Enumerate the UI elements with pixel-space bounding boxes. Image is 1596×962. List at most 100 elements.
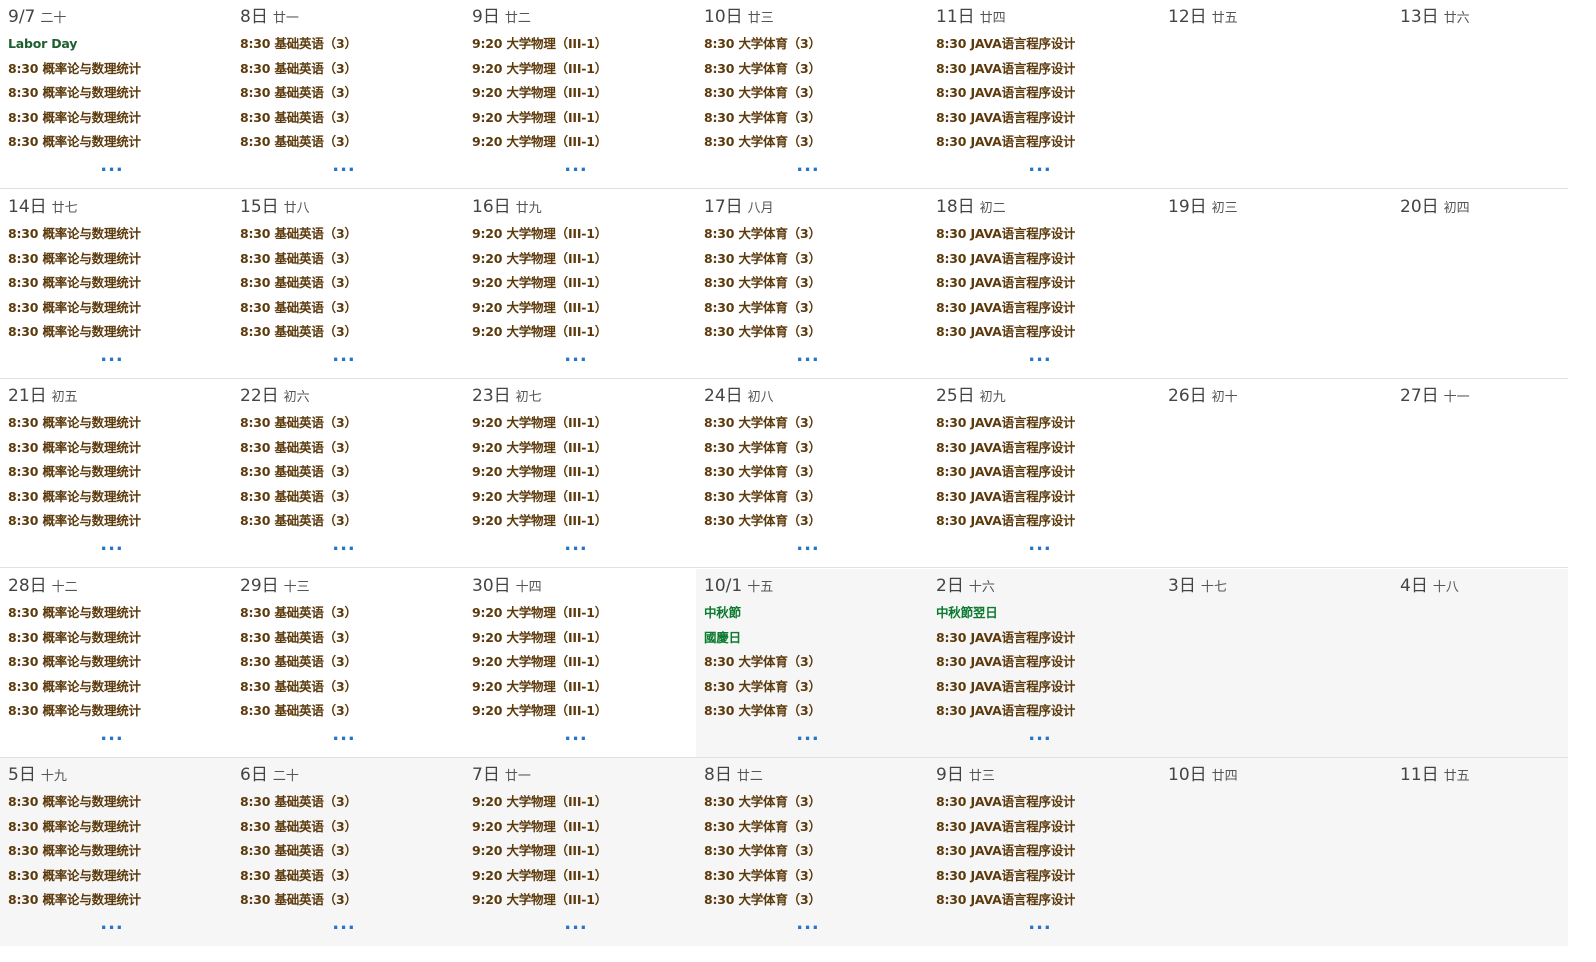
holiday-event[interactable]: Labor Day [8, 34, 77, 54]
more-events-button[interactable]: ... [696, 157, 920, 177]
course-event[interactable]: 8:30 JAVA语言程序设计 [936, 890, 1075, 910]
course-event[interactable]: 8:30 JAVA语言程序设计 [936, 224, 1075, 244]
course-event[interactable]: 8:30 基础英语（3） [240, 273, 357, 293]
calendar-day-cell[interactable]: 9/7 二十 Labor Day 8:30 概率论与数理统计 8:30 概率论与数理统计… [0, 0, 232, 188]
course-event[interactable]: 8:30 概率论与数理统计 [8, 224, 141, 244]
course-event[interactable]: 8:30 大学体育（3） [704, 817, 821, 837]
course-event[interactable]: 9:20 大学物理（III-1） [472, 462, 607, 482]
course-event[interactable]: 9:20 大学物理（III-1） [472, 792, 607, 812]
course-event[interactable]: 8:30 概率论与数理统计 [8, 628, 141, 648]
more-events-button[interactable]: ... [464, 157, 688, 177]
course-event[interactable]: 8:30 概率论与数理统计 [8, 817, 141, 837]
more-events-button[interactable]: ... [928, 536, 1152, 556]
more-events-button[interactable]: ... [232, 726, 456, 746]
course-event[interactable]: 8:30 概率论与数理统计 [8, 438, 141, 458]
course-event[interactable]: 9:20 大学物理（III-1） [472, 83, 607, 103]
more-events-button[interactable]: ... [696, 536, 920, 556]
course-event[interactable]: 9:20 大学物理（III-1） [472, 438, 607, 458]
course-event[interactable]: 8:30 基础英语（3） [240, 792, 357, 812]
course-event[interactable]: 9:20 大学物理（III-1） [472, 511, 607, 531]
holiday-event[interactable]: 中秋節翌日 [936, 603, 998, 623]
course-event[interactable]: 8:30 大学体育（3） [704, 108, 821, 128]
calendar-day-cell[interactable]: 22日 初六 8:30 基础英语（3） 8:30 基础英语（3） 8:30 基础英语（3… [232, 379, 464, 567]
more-events-button[interactable]: ... [928, 915, 1152, 935]
calendar-day-cell[interactable]: 19日 初三 [1160, 190, 1392, 378]
course-event[interactable]: 8:30 概率论与数理统计 [8, 603, 141, 623]
calendar-day-cell[interactable]: 15日 廿八 8:30 基础英语（3） 8:30 基础英语（3） 8:30 基础英语（3… [232, 190, 464, 378]
course-event[interactable]: 8:30 大学体育（3） [704, 83, 821, 103]
calendar-day-cell[interactable]: 8日 廿二 8:30 大学体育（3） 8:30 大学体育（3） 8:30 大学体育（3）… [696, 758, 928, 946]
course-event[interactable]: 8:30 基础英语（3） [240, 511, 357, 531]
course-event[interactable]: 8:30 JAVA语言程序设计 [936, 817, 1075, 837]
course-event[interactable]: 9:20 大学物理（III-1） [472, 841, 607, 861]
course-event[interactable]: 8:30 基础英语（3） [240, 249, 357, 269]
course-event[interactable]: 8:30 概率论与数理统计 [8, 249, 141, 269]
course-event[interactable]: 8:30 大学体育（3） [704, 132, 821, 152]
calendar-day-cell[interactable]: 2日 十六 中秋節翌日 8:30 JAVA语言程序设计 8:30 JAVA语言程序设计 8… [928, 569, 1160, 757]
calendar-day-cell[interactable]: 23日 初七 9:20 大学物理（III-1） 9:20 大学物理（III-1） 9:2… [464, 379, 696, 567]
course-event[interactable]: 8:30 大学体育（3） [704, 322, 821, 342]
course-event[interactable]: 8:30 基础英语（3） [240, 462, 357, 482]
course-event[interactable]: 8:30 基础英语（3） [240, 438, 357, 458]
more-events-button[interactable]: ... [232, 915, 456, 935]
course-event[interactable]: 8:30 大学体育（3） [704, 677, 821, 697]
course-event[interactable]: 8:30 JAVA语言程序设计 [936, 841, 1075, 861]
course-event[interactable]: 8:30 JAVA语言程序设计 [936, 298, 1075, 318]
more-events-button[interactable]: ... [464, 726, 688, 746]
course-event[interactable]: 9:20 大学物理（III-1） [472, 628, 607, 648]
calendar-day-cell[interactable]: 29日 十三 8:30 基础英语（3） 8:30 基础英语（3） 8:30 基础英语（3… [232, 569, 464, 757]
course-event[interactable]: 9:20 大学物理（III-1） [472, 322, 607, 342]
course-event[interactable]: 9:20 大学物理（III-1） [472, 413, 607, 433]
course-event[interactable]: 8:30 基础英语（3） [240, 841, 357, 861]
course-event[interactable]: 9:20 大学物理（III-1） [472, 108, 607, 128]
course-event[interactable]: 8:30 基础英语（3） [240, 108, 357, 128]
course-event[interactable]: 8:30 大学体育（3） [704, 298, 821, 318]
course-event[interactable]: 8:30 概率论与数理统计 [8, 511, 141, 531]
more-events-button[interactable]: ... [696, 347, 920, 367]
course-event[interactable]: 8:30 大学体育（3） [704, 841, 821, 861]
calendar-day-cell[interactable]: 14日 廿七 8:30 概率论与数理统计 8:30 概率论与数理统计 8:30 概率论与… [0, 190, 232, 378]
course-event[interactable]: 9:20 大学物理（III-1） [472, 652, 607, 672]
course-event[interactable]: 8:30 JAVA语言程序设计 [936, 322, 1075, 342]
more-events-button[interactable]: ... [0, 726, 224, 746]
calendar-day-cell[interactable]: 11日 廿五 [1392, 758, 1568, 946]
calendar-day-cell[interactable]: 12日 廿五 [1160, 0, 1392, 188]
course-event[interactable]: 8:30 基础英语（3） [240, 701, 357, 721]
more-events-button[interactable]: ... [232, 347, 456, 367]
calendar-day-cell[interactable]: 6日 二十 8:30 基础英语（3） 8:30 基础英语（3） 8:30 基础英语（3）… [232, 758, 464, 946]
more-events-button[interactable]: ... [696, 915, 920, 935]
more-events-button[interactable]: ... [928, 157, 1152, 177]
course-event[interactable]: 8:30 大学体育（3） [704, 701, 821, 721]
course-event[interactable]: 8:30 基础英语（3） [240, 322, 357, 342]
course-event[interactable]: 8:30 JAVA语言程序设计 [936, 413, 1075, 433]
course-event[interactable]: 8:30 概率论与数理统计 [8, 59, 141, 79]
course-event[interactable]: 8:30 概率论与数理统计 [8, 298, 141, 318]
course-event[interactable]: 8:30 概率论与数理统计 [8, 132, 141, 152]
course-event[interactable]: 8:30 大学体育（3） [704, 273, 821, 293]
course-event[interactable]: 8:30 大学体育（3） [704, 224, 821, 244]
course-event[interactable]: 9:20 大学物理（III-1） [472, 298, 607, 318]
course-event[interactable]: 8:30 基础英语（3） [240, 817, 357, 837]
course-event[interactable]: 8:30 基础英语（3） [240, 866, 357, 886]
course-event[interactable]: 8:30 概率论与数理统计 [8, 866, 141, 886]
calendar-day-cell[interactable]: 8日 廿一 8:30 基础英语（3） 8:30 基础英语（3） 8:30 基础英语（3）… [232, 0, 464, 188]
calendar-day-cell[interactable]: 27日 十一 [1392, 379, 1568, 567]
course-event[interactable]: 8:30 大学体育（3） [704, 890, 821, 910]
course-event[interactable]: 8:30 大学体育（3） [704, 438, 821, 458]
course-event[interactable]: 8:30 概率论与数理统计 [8, 841, 141, 861]
course-event[interactable]: 8:30 基础英语（3） [240, 413, 357, 433]
course-event[interactable]: 8:30 概率论与数理统计 [8, 487, 141, 507]
calendar-day-cell[interactable]: 10/1 十五 中秋節 國慶日 8:30 大学体育（3） 8:30 大学体育（3） 8:30… [696, 569, 928, 757]
course-event[interactable]: 8:30 基础英语（3） [240, 677, 357, 697]
course-event[interactable]: 8:30 概率论与数理统计 [8, 462, 141, 482]
course-event[interactable]: 8:30 基础英语（3） [240, 298, 357, 318]
calendar-day-cell[interactable]: 25日 初九 8:30 JAVA语言程序设计 8:30 JAVA语言程序设计 8:30 … [928, 379, 1160, 567]
course-event[interactable]: 8:30 基础英语（3） [240, 132, 357, 152]
course-event[interactable]: 8:30 概率论与数理统计 [8, 108, 141, 128]
calendar-day-cell[interactable]: 7日 廿一 9:20 大学物理（III-1） 9:20 大学物理（III-1） 9:20… [464, 758, 696, 946]
course-event[interactable]: 8:30 JAVA语言程序设计 [936, 511, 1075, 531]
course-event[interactable]: 8:30 大学体育（3） [704, 866, 821, 886]
course-event[interactable]: 9:20 大学物理（III-1） [472, 34, 607, 54]
more-events-button[interactable]: ... [464, 915, 688, 935]
more-events-button[interactable]: ... [0, 915, 224, 935]
